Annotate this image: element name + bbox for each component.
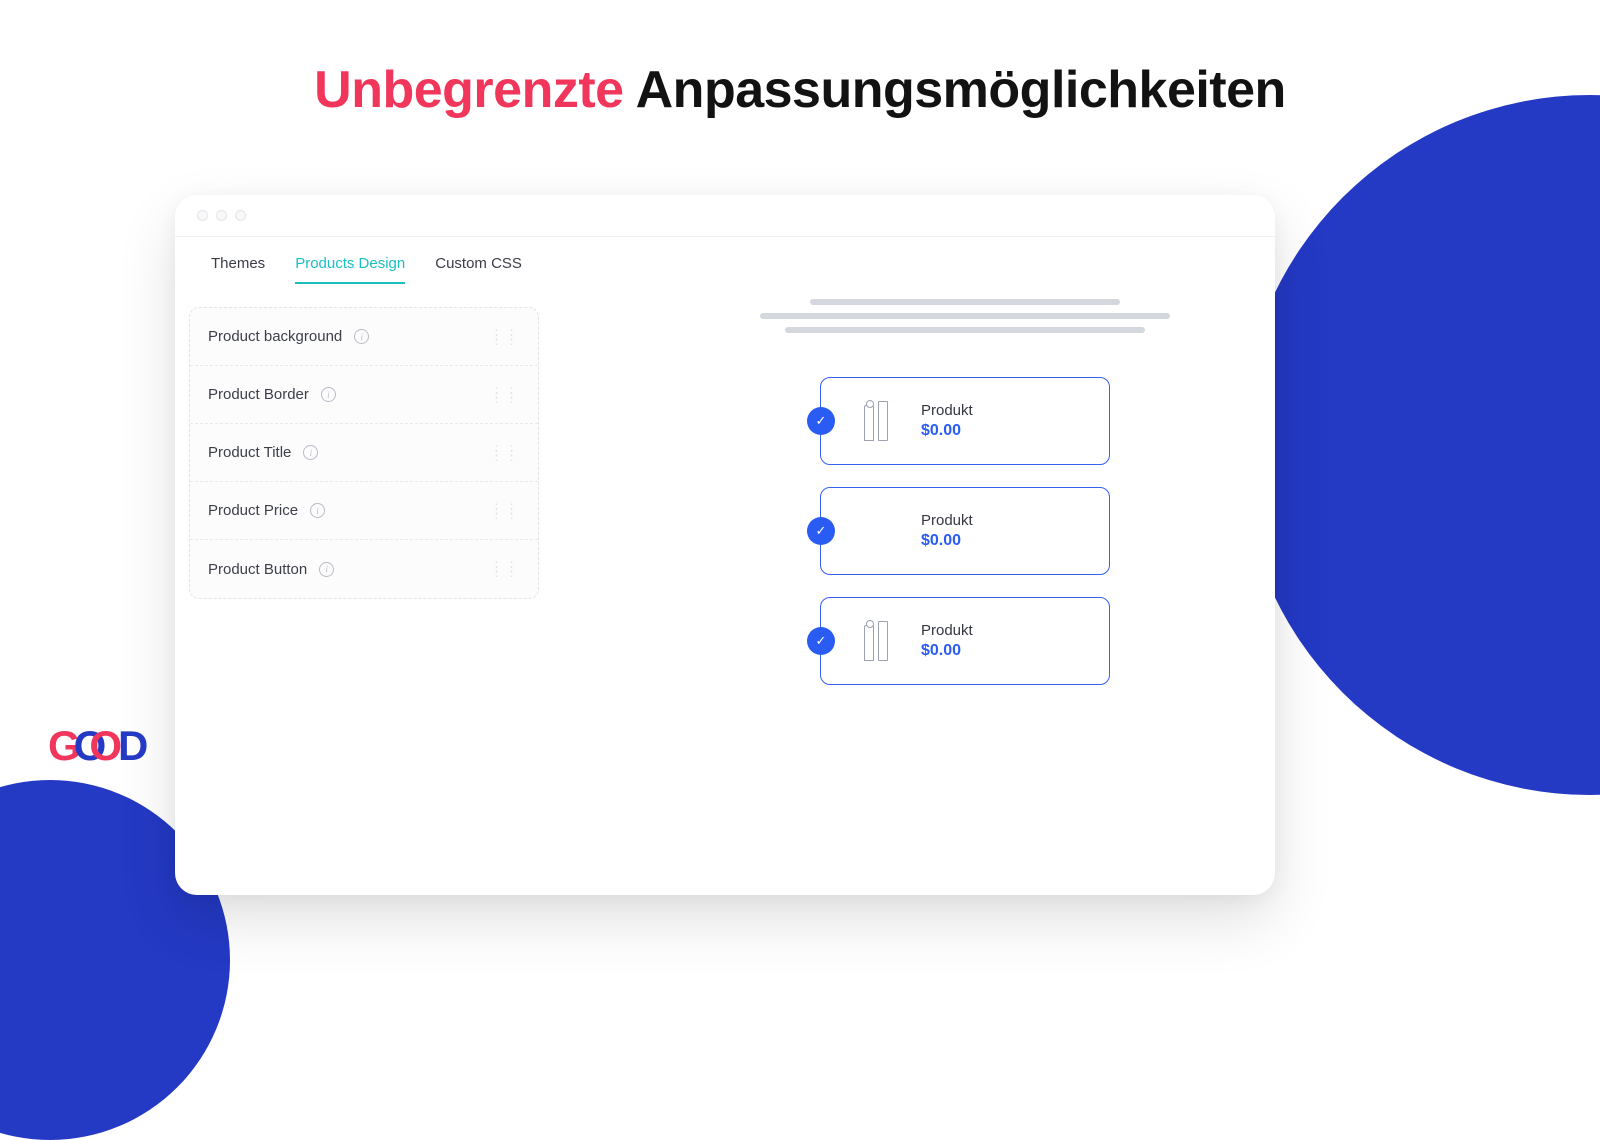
page-title-rest: Anpassungsmöglichkeiten xyxy=(636,61,1286,119)
info-icon[interactable]: i xyxy=(321,387,336,402)
tab-themes[interactable]: Themes xyxy=(211,255,265,284)
decorative-circle-top xyxy=(1240,95,1600,795)
drag-handle-icon[interactable]: ⋮⋮⋮⋮ xyxy=(490,564,520,574)
product-info: Produkt $0.00 xyxy=(921,512,973,550)
option-product-button[interactable]: Product Button i ⋮⋮⋮⋮ xyxy=(190,540,538,598)
drag-handle-icon[interactable]: ⋮⋮⋮⋮ xyxy=(490,332,520,342)
skeleton-line xyxy=(760,313,1170,319)
check-icon: ✓ xyxy=(807,517,835,545)
product-title: Produkt xyxy=(921,512,973,529)
app-window: Themes Products Design Custom CSS Produc… xyxy=(175,195,1275,895)
option-product-price[interactable]: Product Price i ⋮⋮⋮⋮ xyxy=(190,482,538,540)
brand-logo: GOOD xyxy=(48,722,147,770)
product-info: Produkt $0.00 xyxy=(921,622,973,660)
option-label: Product Price xyxy=(208,502,298,519)
skeleton-line xyxy=(810,299,1120,305)
tabs: Themes Products Design Custom CSS xyxy=(175,237,1275,284)
skeleton-line xyxy=(785,327,1145,333)
product-title: Produkt xyxy=(921,622,973,639)
check-icon: ✓ xyxy=(807,407,835,435)
option-product-title[interactable]: Product Title i ⋮⋮⋮⋮ xyxy=(190,424,538,482)
product-thumb-icon xyxy=(859,621,893,661)
window-dot-max[interactable] xyxy=(235,210,246,221)
window-dot-min[interactable] xyxy=(216,210,227,221)
product-price: $0.00 xyxy=(921,422,973,440)
option-label: Product background xyxy=(208,328,342,345)
page-title-highlight: Unbegrenzte xyxy=(314,61,623,119)
product-info: Produkt $0.00 xyxy=(921,402,973,440)
check-icon: ✓ xyxy=(807,627,835,655)
window-titlebar xyxy=(175,195,1275,237)
option-label: Product Border xyxy=(208,386,309,403)
design-options-panel: Product background i ⋮⋮⋮⋮ Product Border… xyxy=(189,307,539,599)
option-label: Product Button xyxy=(208,561,307,578)
product-price: $0.00 xyxy=(921,532,973,550)
option-product-background[interactable]: Product background i ⋮⋮⋮⋮ xyxy=(190,308,538,366)
info-icon[interactable]: i xyxy=(319,562,334,577)
preview-area: ✓ Produkt $0.00 ✓ Produkt $0.00 xyxy=(695,291,1235,685)
product-thumb-icon xyxy=(859,401,893,441)
product-preview-list: ✓ Produkt $0.00 ✓ Produkt $0.00 xyxy=(695,377,1235,685)
option-label: Product Title xyxy=(208,444,291,461)
drag-handle-icon[interactable]: ⋮⋮⋮⋮ xyxy=(490,448,520,458)
info-icon[interactable]: i xyxy=(303,445,318,460)
product-card[interactable]: ✓ Produkt $0.00 xyxy=(820,487,1110,575)
window-dot-close[interactable] xyxy=(197,210,208,221)
product-title: Produkt xyxy=(921,402,973,419)
tab-custom-css[interactable]: Custom CSS xyxy=(435,255,522,284)
product-card[interactable]: ✓ Produkt $0.00 xyxy=(820,377,1110,465)
page-title: Unbegrenzte Anpassungsmöglichkeiten xyxy=(0,60,1600,120)
product-price: $0.00 xyxy=(921,642,973,660)
drag-handle-icon[interactable]: ⋮⋮⋮⋮ xyxy=(490,390,520,400)
tab-products-design[interactable]: Products Design xyxy=(295,255,405,284)
info-icon[interactable]: i xyxy=(310,503,325,518)
info-icon[interactable]: i xyxy=(354,329,369,344)
drag-handle-icon[interactable]: ⋮⋮⋮⋮ xyxy=(490,506,520,516)
product-card[interactable]: ✓ Produkt $0.00 xyxy=(820,597,1110,685)
option-product-border[interactable]: Product Border i ⋮⋮⋮⋮ xyxy=(190,366,538,424)
